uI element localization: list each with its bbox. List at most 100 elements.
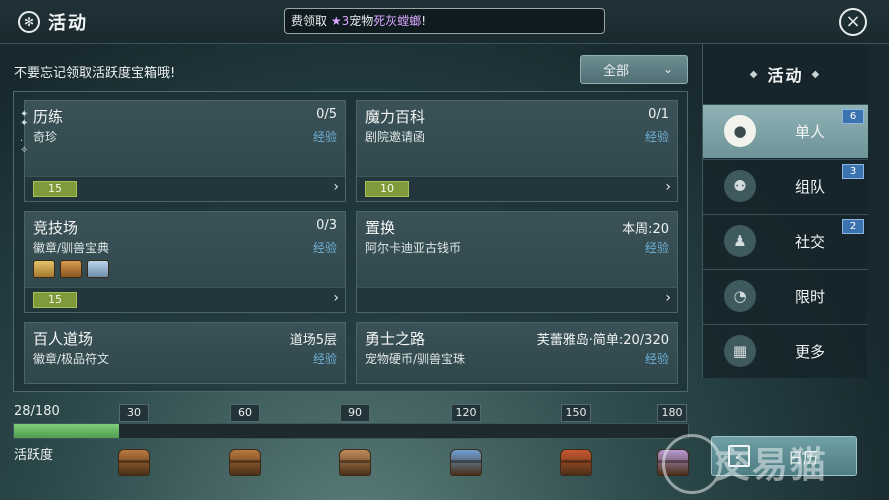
milestone-label: 60 xyxy=(230,404,260,422)
grid-icon: ▦ xyxy=(724,335,756,367)
card-footer: 15 › xyxy=(25,176,345,201)
activity-card-warrior-road[interactable]: 勇士之路 芙蕾雅岛·简单:20/320 宠物硬币/驯兽宝珠 经验 xyxy=(356,322,678,384)
chevron-down-icon: ⌄ xyxy=(662,62,673,76)
level-badge: 10 xyxy=(365,181,409,197)
milestone-chest-icon[interactable] xyxy=(339,449,371,476)
calendar-button[interactable]: ✓ 日历 xyxy=(711,436,857,476)
close-button[interactable]: × xyxy=(839,8,867,36)
card-count: 本周:20 xyxy=(622,222,669,237)
activity-progress-fill xyxy=(14,424,119,438)
filter-selected: 全部 xyxy=(603,64,630,79)
activity-card-mofa-baike[interactable]: 魔力百科 0/1 剧院邀请函 经验 10 › xyxy=(356,100,678,202)
milestone-label: 150 xyxy=(561,404,591,422)
card-name: 竞技场 xyxy=(33,219,79,237)
card-reward: 奇珍 xyxy=(33,130,58,144)
calendar-label: 日历 xyxy=(788,449,819,467)
ticker-pet-name: 死灰螳螂 xyxy=(373,14,422,28)
card-footer: 10 › xyxy=(357,176,677,201)
ticker-pet-prefix: 宠物 xyxy=(349,14,374,28)
card-xp: 经验 xyxy=(312,130,337,144)
ticker-suffix: ! xyxy=(421,14,427,28)
page-title: 活动 xyxy=(48,13,88,34)
count-badge: 6 xyxy=(842,109,864,124)
chest-icon xyxy=(87,260,109,278)
activity-progress-count: 28/180 xyxy=(14,404,60,419)
team-icon: ⚉ xyxy=(724,170,756,202)
clock-icon: ◔ xyxy=(724,280,756,312)
card-name: 历练 xyxy=(33,108,64,126)
ticker-prefix: 费领取 xyxy=(291,14,331,28)
card-xp: 经验 xyxy=(644,352,669,366)
card-xp: 经验 xyxy=(644,241,669,255)
activity-card-arena[interactable]: 竞技场 0/3 徽章/驯兽宝典 经验 15 › xyxy=(24,211,346,313)
card-reward: 徽章/驯兽宝典 xyxy=(33,241,110,255)
milestone-label: 30 xyxy=(119,404,149,422)
card-count: 0/1 xyxy=(648,107,669,122)
tab-limited[interactable]: ◔ 限时 xyxy=(703,269,868,323)
tab-label: 组队 xyxy=(795,178,826,196)
card-xp: 经验 xyxy=(312,352,337,366)
category-sidebar: ◆ 活动 ◆ ● 单人 6 ⚉ 组队 3 ♟ 社交 2 ◔ 限时 ▦ 更多 xyxy=(702,44,868,378)
tab-team[interactable]: ⚉ 组队 3 xyxy=(703,159,868,213)
card-reward: 阿尔卡迪亚古钱币 xyxy=(365,241,462,255)
card-reward: 剧院邀请函 xyxy=(365,130,426,144)
milestone-chest-icon[interactable] xyxy=(450,449,482,476)
tab-more[interactable]: ▦ 更多 xyxy=(703,324,868,378)
activity-progress-bar xyxy=(13,423,689,439)
chevron-right-icon[interactable]: › xyxy=(665,179,671,195)
activity-card-exchange[interactable]: 置换 本周:20 阿尔卡迪亚古钱币 经验 › xyxy=(356,211,678,313)
card-xp: 经验 xyxy=(644,130,669,144)
ornament-icon: ◆ xyxy=(749,68,760,80)
social-icon: ♟ xyxy=(724,225,756,257)
card-count: 芙蕾雅岛·简单:20/320 xyxy=(536,333,669,348)
tab-label: 限时 xyxy=(795,288,826,306)
activity-label: 活跃度 xyxy=(14,448,54,463)
tab-label: 更多 xyxy=(795,343,826,361)
level-badge: 15 xyxy=(33,292,77,308)
card-footer: 15 › xyxy=(25,287,345,312)
card-name: 置换 xyxy=(365,219,396,237)
filter-dropdown[interactable]: 全部 ⌄ xyxy=(580,55,688,84)
milestone-chest-icon[interactable] xyxy=(118,449,150,476)
milestone-label: 120 xyxy=(451,404,481,422)
level-badge: 15 xyxy=(33,181,77,197)
tab-label: 社交 xyxy=(795,233,826,251)
close-icon: × xyxy=(845,11,861,32)
reminder-text: 不要忘记领取活跃度宝箱哦! xyxy=(14,66,176,81)
card-xp: 经验 xyxy=(312,241,337,255)
person-icon: ● xyxy=(724,115,756,147)
chest-icon xyxy=(33,260,55,278)
card-name: 勇士之路 xyxy=(365,330,426,348)
card-count: 0/3 xyxy=(316,218,337,233)
chevron-right-icon[interactable]: › xyxy=(333,179,339,195)
sidebar-title-text: 活动 xyxy=(767,66,804,85)
activity-card-dojo[interactable]: 百人道场 道场5层 徽章/极品符文 经验 xyxy=(24,322,346,384)
tab-social[interactable]: ♟ 社交 2 xyxy=(703,214,868,268)
card-count: 道场5层 xyxy=(289,333,337,348)
milestone-label: 180 xyxy=(657,404,687,422)
ticker-star: ★3 xyxy=(330,14,350,28)
card-name: 魔力百科 xyxy=(365,108,426,126)
chevron-right-icon[interactable]: › xyxy=(665,290,671,306)
count-badge: 2 xyxy=(842,219,864,234)
milestone-label: 90 xyxy=(340,404,370,422)
milestone-chest-icon[interactable] xyxy=(657,449,689,476)
milestone-chest-icon[interactable] xyxy=(229,449,261,476)
activity-list: 历练 0/5 奇珍 经验 15 › 魔力百科 0/1 剧院邀请函 经验 10 ›… xyxy=(13,91,688,392)
reward-chests xyxy=(33,260,109,278)
chevron-right-icon[interactable]: › xyxy=(333,290,339,306)
card-footer: › xyxy=(357,287,677,312)
card-reward: 徽章/极品符文 xyxy=(33,352,110,366)
tab-solo[interactable]: ● 单人 6 xyxy=(703,104,868,158)
milestone-chest-icon[interactable] xyxy=(560,449,592,476)
chest-icon xyxy=(60,260,82,278)
card-name: 百人道场 xyxy=(33,330,94,348)
tab-label: 单人 xyxy=(795,123,826,141)
sparkle-icon: ✦ ✦ · ✧ xyxy=(20,109,29,156)
activity-card-lilian[interactable]: 历练 0/5 奇珍 经验 15 › xyxy=(24,100,346,202)
ornament-icon: ◆ xyxy=(811,68,822,80)
count-badge: 3 xyxy=(842,164,864,179)
card-reward: 宠物硬币/驯兽宝珠 xyxy=(365,352,466,366)
announcement-ticker: 费领取 ★3宠物死灰螳螂! xyxy=(284,8,605,34)
sidebar-title: ◆ 活动 ◆ xyxy=(703,44,868,104)
